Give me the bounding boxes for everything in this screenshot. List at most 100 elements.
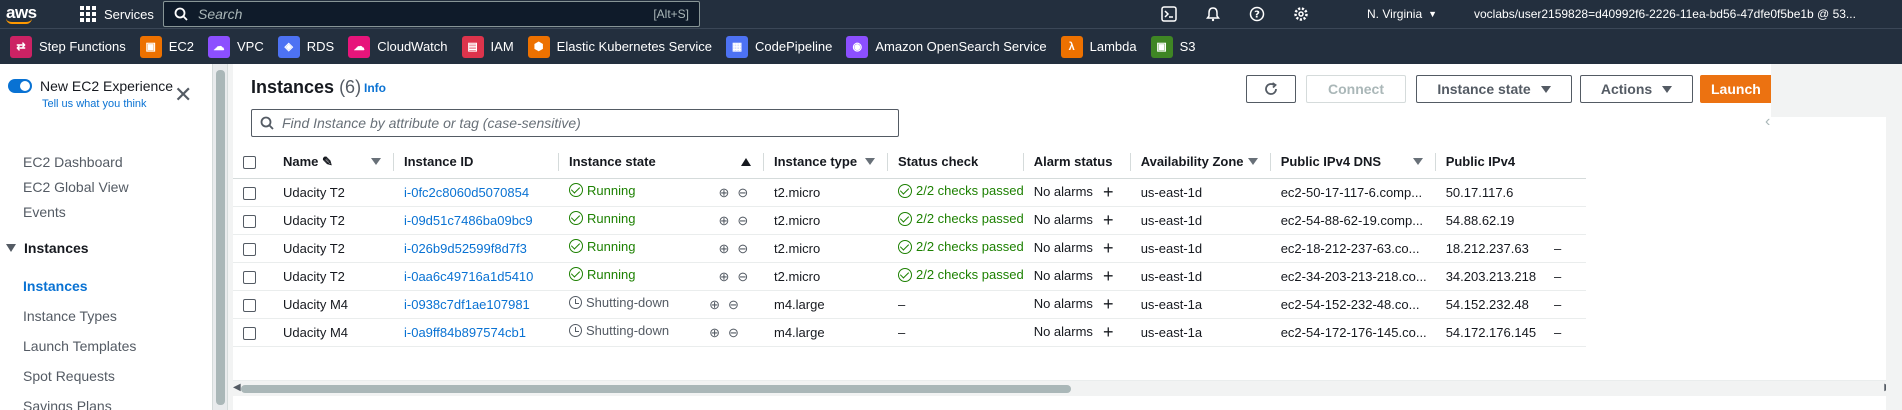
zoom-out-icon[interactable]: ⊖ <box>737 185 748 201</box>
gear-icon[interactable] <box>1292 5 1310 23</box>
favorite-cloudwatch[interactable]: ☁ CloudWatch <box>348 35 448 58</box>
sidebar-item-events[interactable]: Events <box>23 204 66 220</box>
sidebar-item-ec2-global-view[interactable]: EC2 Global View <box>23 179 129 195</box>
search-box[interactable]: [Alt+S] <box>163 1 700 27</box>
column-header-instance-id[interactable]: Instance ID <box>394 146 559 179</box>
add-alarm-icon[interactable]: + <box>1103 266 1114 286</box>
region-selector[interactable]: N. Virginia ▼ <box>1367 0 1437 28</box>
zoom-out-icon[interactable]: ⊖ <box>737 241 748 257</box>
row-checkbox[interactable] <box>243 298 256 312</box>
zoom-out-icon[interactable]: ⊖ <box>737 213 748 229</box>
table-row[interactable]: Udacity M4 i-0a9ff84b897574cb1 Shutting-do… <box>233 318 1586 347</box>
connect-button[interactable]: Connect <box>1306 75 1406 103</box>
sidebar-scrollbar[interactable] <box>213 64 228 410</box>
row-checkbox[interactable] <box>243 186 256 200</box>
instance-id-link[interactable]: i-026b9d52599f8d7f3 <box>404 241 527 256</box>
instance-state-button[interactable]: Instance state <box>1416 75 1572 103</box>
help-icon[interactable]: ? <box>1248 5 1266 23</box>
instance-id-link[interactable]: i-0aa6c49716a1d5410 <box>404 269 533 284</box>
horizontal-scrollbar[interactable]: ◀ ▶ <box>233 380 1902 396</box>
state-label: Running <box>587 238 636 254</box>
row-checkbox[interactable] <box>243 214 256 228</box>
instance-id-link[interactable]: i-09d51c7486ba09bc9 <box>404 213 533 228</box>
search-input[interactable] <box>198 6 654 22</box>
table-row[interactable]: Udacity T2 i-0aa6c49716a1d5410 Running ⊕ ⊖ t2… <box>233 262 1586 291</box>
services-menu-button[interactable]: Services <box>70 0 164 28</box>
status-check[interactable]: 2/2 checks passed <box>898 211 1024 226</box>
sidebar-item-spot-requests[interactable]: Spot Requests <box>23 368 115 384</box>
close-icon[interactable]: ✕ <box>174 84 192 106</box>
status-check[interactable]: 2/2 checks passed <box>898 267 1024 282</box>
sidebar-item-instances[interactable]: Instances <box>23 278 88 294</box>
favorite-codepipeline[interactable]: ▦ CodePipeline <box>726 35 832 58</box>
zoom-in-icon[interactable]: ⊕ <box>718 241 729 257</box>
column-header-availability-zone[interactable]: Availability Zone <box>1130 146 1271 179</box>
row-checkbox[interactable] <box>243 326 256 340</box>
table-row[interactable]: Udacity T2 i-0fc2c8060d5070854 Running ⊕ ⊖ t2… <box>233 178 1586 207</box>
zoom-out-icon[interactable]: ⊖ <box>737 269 748 285</box>
aws-logo[interactable]: aws <box>0 0 70 28</box>
column-header-status-check[interactable]: Status check <box>888 146 1024 179</box>
sidebar-item-launch-templates[interactable]: Launch Templates <box>23 338 136 354</box>
column-header-instance-state[interactable]: Instance state <box>559 146 764 179</box>
zoom-out-icon[interactable]: ⊖ <box>728 325 739 341</box>
instance-filter[interactable] <box>251 109 899 137</box>
check-circle-icon <box>569 239 583 254</box>
add-alarm-icon[interactable]: + <box>1103 238 1114 258</box>
zoom-in-icon[interactable]: ⊕ <box>709 297 720 313</box>
instance-id-link[interactable]: i-0a9ff84b897574cb1 <box>404 325 526 340</box>
row-checkbox[interactable] <box>243 270 256 284</box>
status-label: 2/2 checks passed <box>916 211 1024 227</box>
sidebar-section-instances[interactable]: Instances <box>6 240 89 256</box>
instance-id-link[interactable]: i-0fc2c8060d5070854 <box>404 185 529 200</box>
favorite-opensearch[interactable]: ◉ Amazon OpenSearch Service <box>846 35 1047 58</box>
status-check[interactable]: 2/2 checks passed <box>898 183 1024 198</box>
favorite-rds[interactable]: ◈ RDS <box>277 35 334 58</box>
zoom-out-icon[interactable]: ⊖ <box>728 297 739 313</box>
column-header-public-ipv4[interactable]: Public IPv4 <box>1435 146 1586 179</box>
refresh-button[interactable] <box>1246 75 1296 103</box>
launch-button[interactable]: Launch <box>1700 75 1775 103</box>
account-menu[interactable]: voclabs/user2159828=d40992f6-2226-11ea-b… <box>1474 0 1856 28</box>
zoom-in-icon[interactable]: ⊕ <box>718 185 729 201</box>
add-alarm-icon[interactable]: + <box>1103 322 1114 342</box>
column-header-public-dns[interactable]: Public IPv4 DNS <box>1270 146 1436 179</box>
zoom-in-icon[interactable]: ⊕ <box>718 269 729 285</box>
select-all-checkbox[interactable] <box>243 156 256 170</box>
column-header-name[interactable]: Name ✎ <box>273 146 394 179</box>
zoom-in-icon[interactable]: ⊕ <box>718 213 729 229</box>
status-check[interactable]: 2/2 checks passed <box>898 239 1024 254</box>
favorite-s3[interactable]: ▣ S3 <box>1150 35 1196 58</box>
info-link[interactable]: Info <box>364 81 386 95</box>
column-instance-id-label: Instance ID <box>404 154 474 170</box>
scroll-left-icon[interactable]: ◀ <box>233 382 241 393</box>
chevron-left-icon[interactable]: ‹ <box>1765 113 1770 131</box>
add-alarm-icon[interactable]: + <box>1103 210 1114 230</box>
actions-button[interactable]: Actions <box>1580 75 1693 103</box>
table-row[interactable]: Udacity T2 i-026b9d52599f8d7f3 Running ⊕ ⊖ t2… <box>233 234 1586 263</box>
table-row[interactable]: Udacity T2 i-09d51c7486ba09bc9 Running ⊕ ⊖ t2… <box>233 206 1586 235</box>
favorite-ec2[interactable]: ▣ EC2 <box>139 35 194 58</box>
sidebar-item-instance-types[interactable]: Instance Types <box>23 308 117 324</box>
column-header-alarm-status[interactable]: Alarm status <box>1023 146 1131 179</box>
add-alarm-icon[interactable]: + <box>1103 182 1114 202</box>
sidebar-item-savings-plans[interactable]: Savings Plans <box>23 398 112 410</box>
cloudshell-icon[interactable] <box>1160 5 1178 23</box>
favorite-step-functions[interactable]: ⇄ Step Functions <box>10 35 126 58</box>
row-checkbox[interactable] <box>243 242 256 256</box>
new-experience-toggle[interactable] <box>8 79 32 93</box>
instance-id-link[interactable]: i-0938c7df1ae107981 <box>404 297 530 312</box>
favorite-lambda[interactable]: λ Lambda <box>1060 35 1137 58</box>
column-header-instance-type[interactable]: Instance type <box>764 146 888 179</box>
favorite-iam[interactable]: ▤ IAM <box>461 35 514 58</box>
favorite-eks[interactable]: ⬢ Elastic Kubernetes Service <box>527 35 712 58</box>
add-alarm-icon[interactable]: + <box>1103 294 1114 314</box>
zoom-in-icon[interactable]: ⊕ <box>709 325 720 341</box>
table-row[interactable]: Udacity M4 i-0938c7df1ae107981 Shutting-do… <box>233 290 1586 319</box>
bell-icon[interactable] <box>1204 5 1222 23</box>
feedback-link[interactable]: Tell us what you think <box>42 98 147 110</box>
page-scrollbar[interactable] <box>1886 64 1902 410</box>
favorite-vpc[interactable]: ☁ VPC <box>208 35 264 58</box>
sidebar-item-ec2-dashboard[interactable]: EC2 Dashboard <box>23 154 123 170</box>
filter-input[interactable] <box>282 115 898 131</box>
